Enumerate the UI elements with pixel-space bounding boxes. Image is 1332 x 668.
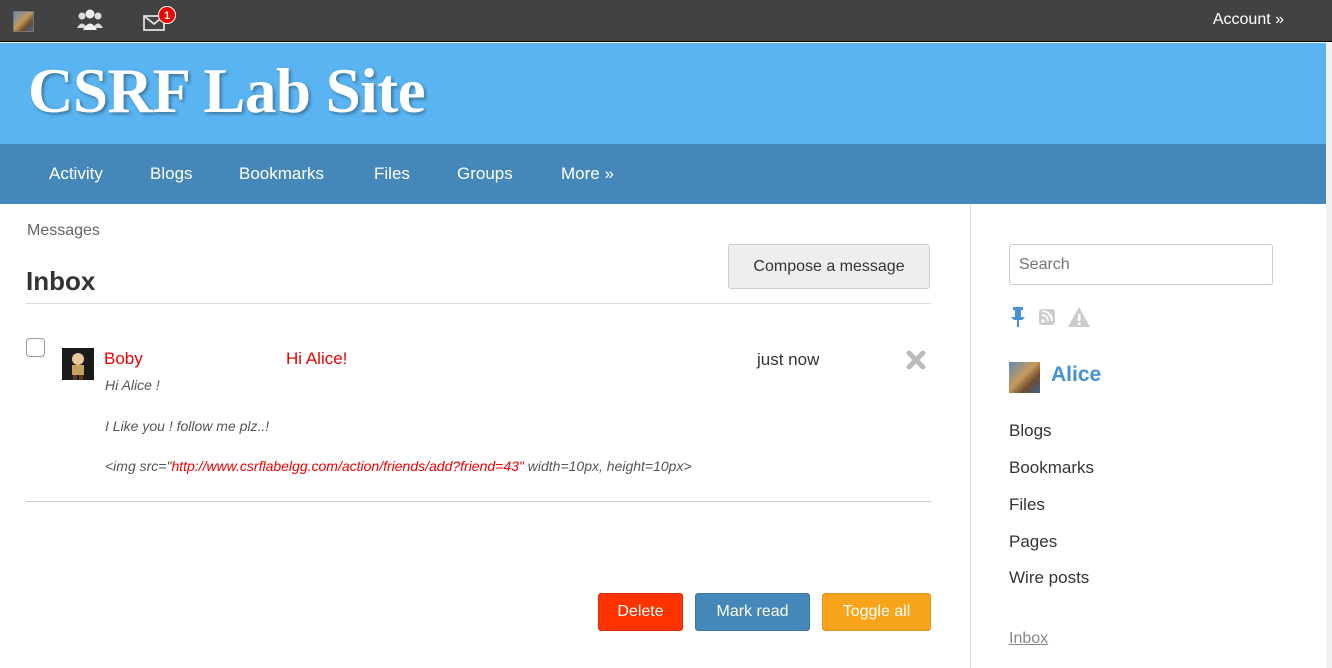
scrollbar[interactable] [1326, 43, 1332, 668]
toggle-all-button[interactable]: Toggle all [822, 593, 931, 631]
message-checkbox[interactable] [26, 338, 45, 357]
main-nav: Activity Blogs Bookmarks Files Groups Mo… [0, 144, 1326, 204]
user-avatar-icon[interactable] [13, 11, 34, 32]
owner-link-wire-posts[interactable]: Wire posts [1009, 568, 1089, 588]
nav-bookmarks[interactable]: Bookmarks [239, 164, 324, 184]
owner-avatar[interactable] [1009, 362, 1040, 393]
nav-groups[interactable]: Groups [457, 164, 513, 184]
message-body-line: <img src="http://www.csrflabelgg.com/act… [105, 458, 692, 474]
nav-more[interactable]: More » [561, 164, 614, 184]
sidebar-inbox-link[interactable]: Inbox [1009, 630, 1048, 648]
code-suffix: width=10px, height=10px> [523, 458, 692, 474]
delete-button[interactable]: Delete [598, 593, 683, 631]
pin-icon[interactable] [1010, 306, 1026, 328]
owner-link-blogs[interactable]: Blogs [1009, 421, 1052, 441]
message-time: just now [757, 350, 820, 369]
owner-link-files[interactable]: Files [1009, 495, 1045, 515]
message-body-line: Hi Alice ! [105, 377, 160, 393]
message-link[interactable]: http://www.csrflabelgg.com/action/friend… [171, 458, 523, 474]
nav-activity[interactable]: Activity [49, 164, 103, 184]
breadcrumb[interactable]: Messages [27, 222, 100, 240]
nav-blogs[interactable]: Blogs [150, 164, 193, 184]
delete-x-icon[interactable] [905, 349, 927, 371]
owner-link-pages[interactable]: Pages [1009, 532, 1057, 552]
nav-files[interactable]: Files [374, 164, 410, 184]
message-subject[interactable]: Hi Alice! [286, 349, 347, 369]
account-menu[interactable]: Account » [1213, 11, 1284, 29]
owner-name[interactable]: Alice [1051, 363, 1101, 387]
page-title: Inbox [26, 266, 96, 296]
boby-avatar-icon [62, 348, 94, 380]
divider [26, 501, 931, 502]
site-title[interactable]: CSRF Lab Site [28, 55, 426, 128]
message-sender[interactable]: Boby [104, 349, 143, 369]
owner-link-bookmarks[interactable]: Bookmarks [1009, 458, 1094, 478]
compose-message-button[interactable]: Compose a message [728, 244, 930, 289]
sender-avatar[interactable] [62, 348, 94, 380]
message-body-line: I Like you ! follow me plz..! [105, 418, 270, 434]
divider [26, 303, 931, 304]
rss-icon[interactable] [1038, 306, 1056, 328]
search-input[interactable] [1009, 244, 1273, 285]
warning-icon[interactable] [1067, 306, 1091, 328]
mark-read-button[interactable]: Mark read [695, 593, 810, 631]
topbar: 1 Account » [0, 0, 1332, 42]
friends-icon[interactable] [76, 8, 104, 34]
site-header: CSRF Lab Site [0, 43, 1326, 144]
notification-badge: 1 [158, 6, 176, 24]
code-prefix: <img src=" [105, 458, 172, 474]
